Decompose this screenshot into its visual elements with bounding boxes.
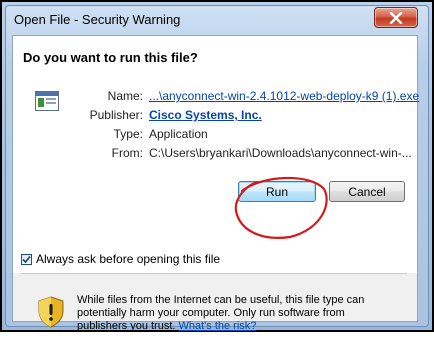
security-warning-window: Open File - Security Warning Do you want… bbox=[0, 0, 434, 332]
window-title: Open File - Security Warning bbox=[14, 12, 181, 27]
cancel-button[interactable]: Cancel bbox=[329, 181, 405, 202]
dialog-content-panel: Do you want to run this file? Name: ...\… bbox=[13, 36, 419, 273]
from-label: From: bbox=[111, 146, 143, 160]
dialog-question: Do you want to run this file? bbox=[23, 50, 198, 65]
close-icon bbox=[389, 11, 403, 24]
title-bar[interactable]: Open File - Security Warning bbox=[12, 6, 422, 32]
always-ask-label: Always ask before opening this file bbox=[36, 252, 221, 266]
security-shield-warning-icon bbox=[38, 296, 64, 328]
from-value: C:\Users\bryankari\Downloads\anyconnect-… bbox=[149, 146, 412, 160]
file-name-link[interactable]: ...\anyconnect-win-2.4.1012-web-deploy-k… bbox=[149, 88, 419, 104]
type-label: Type: bbox=[113, 127, 143, 141]
application-file-icon bbox=[35, 91, 59, 111]
publisher-link[interactable]: Cisco Systems, Inc. bbox=[149, 107, 262, 123]
publisher-label: Publisher: bbox=[89, 108, 143, 122]
dialog-client-area: Do you want to run this file? Name: ...\… bbox=[12, 35, 419, 332]
warning-section: While files from the Internet can be use… bbox=[21, 273, 407, 333]
whats-the-risk-link[interactable]: What's the risk? bbox=[179, 320, 257, 332]
name-label: Name: bbox=[107, 89, 143, 103]
warning-message: While files from the Internet can be use… bbox=[77, 294, 397, 333]
red-annotation-circle bbox=[234, 176, 328, 239]
always-ask-checkbox-row[interactable]: Always ask before opening this file bbox=[21, 252, 220, 266]
close-button[interactable] bbox=[374, 7, 418, 28]
checkmark-icon bbox=[22, 255, 31, 263]
always-ask-checkbox[interactable] bbox=[21, 253, 32, 265]
type-value: Application bbox=[149, 127, 208, 141]
